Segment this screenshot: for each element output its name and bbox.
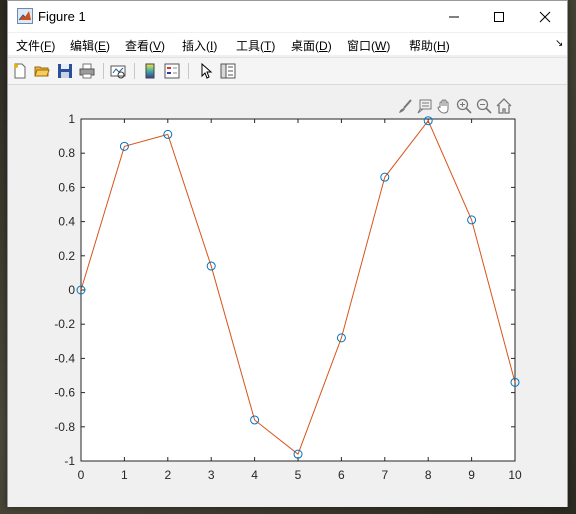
x-tick-label: 4 <box>251 468 258 482</box>
y-tick-label: 0.6 <box>58 180 75 194</box>
x-tick-label: 7 <box>381 468 388 482</box>
y-tick-label: 0.2 <box>58 249 75 263</box>
plot-axes[interactable]: 0 1 2 3 4 5 6 7 8 9 10 1 0.8 0.6 0.4 0.2 0 -0.2 -0.4 -0.6 -0… <box>8 1 569 508</box>
y-tick-label: 0.4 <box>58 215 75 229</box>
x-tick-label: 10 <box>508 468 522 482</box>
x-tick-label: 0 <box>78 468 85 482</box>
y-tick-label: -1 <box>64 454 75 468</box>
x-tick-label: 9 <box>468 468 475 482</box>
x-tick-label: 6 <box>338 468 345 482</box>
x-tick-label: 3 <box>208 468 215 482</box>
y-tick-label: -0.6 <box>54 386 75 400</box>
y-tick-label: -0.4 <box>54 351 75 365</box>
y-tick-label: -0.2 <box>54 317 75 331</box>
x-tick-label: 8 <box>425 468 432 482</box>
x-tick-label: 5 <box>295 468 302 482</box>
y-tick-label: 0.8 <box>58 146 75 160</box>
x-tick-label: 2 <box>164 468 171 482</box>
x-tick-label: 1 <box>121 468 128 482</box>
y-tick-label: 0 <box>68 283 75 297</box>
y-tick-label: 1 <box>68 112 75 126</box>
figure-window: Figure 1 ↘ 文件(F) 编辑(E) 查看(V) 插入(I) 工具(T) 桌面(D… <box>7 0 568 507</box>
y-tick-label: -0.8 <box>54 420 75 434</box>
